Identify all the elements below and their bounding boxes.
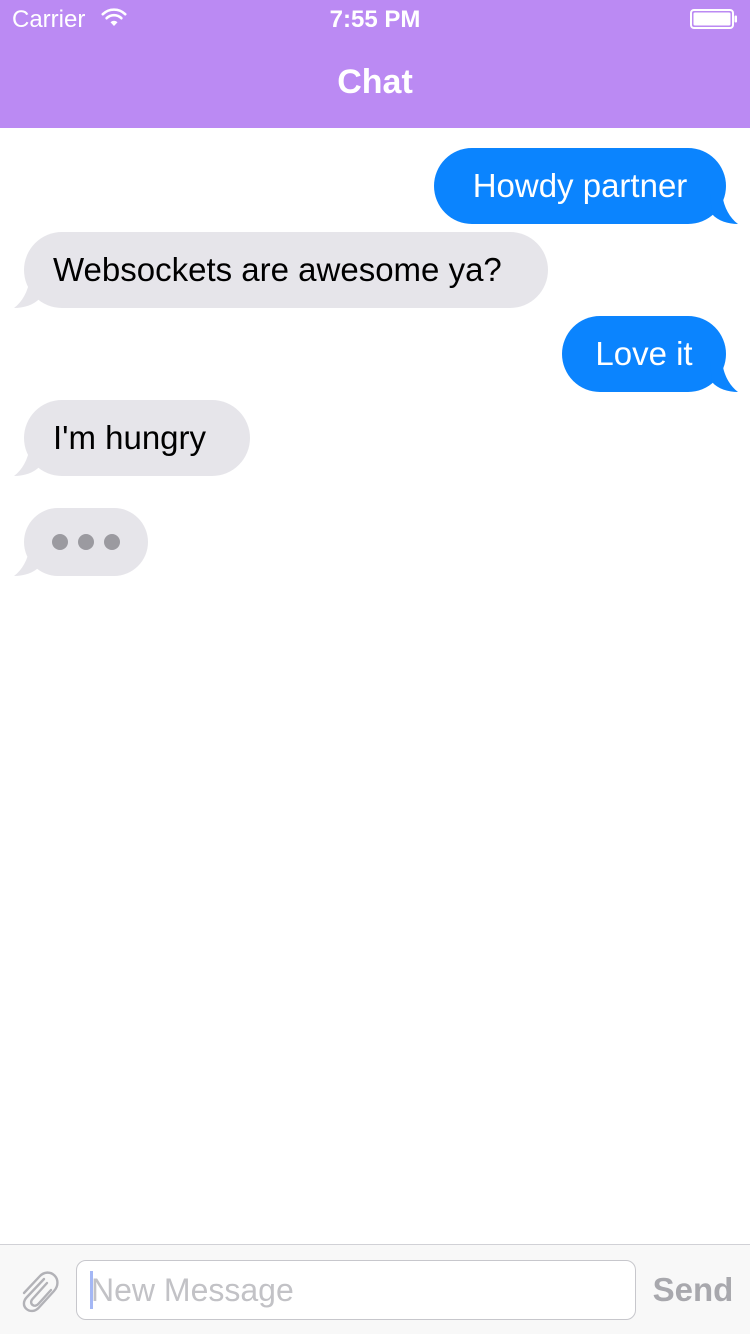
typing-dot-icon	[52, 534, 68, 550]
message-text: Websockets are awesome ya?	[53, 251, 502, 288]
outgoing-message-bubble[interactable]: Love it	[562, 316, 726, 392]
typing-dot-icon	[78, 534, 94, 550]
chat-screen: Carrier 7:55 PM Chat Howdy partner Webso	[0, 0, 750, 1334]
paperclip-icon[interactable]	[14, 1267, 62, 1315]
message-composer: Send	[0, 1244, 750, 1334]
bubble-tail-icon	[710, 194, 738, 224]
battery-icon	[690, 9, 737, 29]
page-title: Chat	[337, 63, 413, 101]
typing-indicator	[24, 508, 148, 576]
message-input[interactable]	[91, 1261, 621, 1319]
message-list[interactable]: Howdy partner Websockets are awesome ya?…	[0, 128, 750, 1244]
incoming-message-bubble[interactable]: I'm hungry	[24, 400, 250, 476]
outgoing-message-bubble[interactable]: Howdy partner	[434, 148, 726, 224]
bubble-tail-icon	[14, 546, 42, 576]
bubble-tail-icon	[710, 362, 738, 392]
status-bar: Carrier 7:55 PM	[0, 0, 750, 40]
header: Carrier 7:55 PM Chat	[0, 0, 750, 128]
bubble-tail-icon	[14, 278, 42, 308]
bubble-tail-icon	[14, 446, 42, 476]
send-button[interactable]: Send	[648, 1267, 738, 1313]
incoming-message-bubble[interactable]: Websockets are awesome ya?	[24, 232, 548, 308]
message-input-container	[76, 1260, 636, 1320]
typing-dot-icon	[104, 534, 120, 550]
message-text: Howdy partner	[472, 167, 688, 204]
message-text: Love it	[595, 335, 693, 372]
message-text: I'm hungry	[53, 419, 207, 456]
status-time: 7:55 PM	[329, 6, 421, 33]
